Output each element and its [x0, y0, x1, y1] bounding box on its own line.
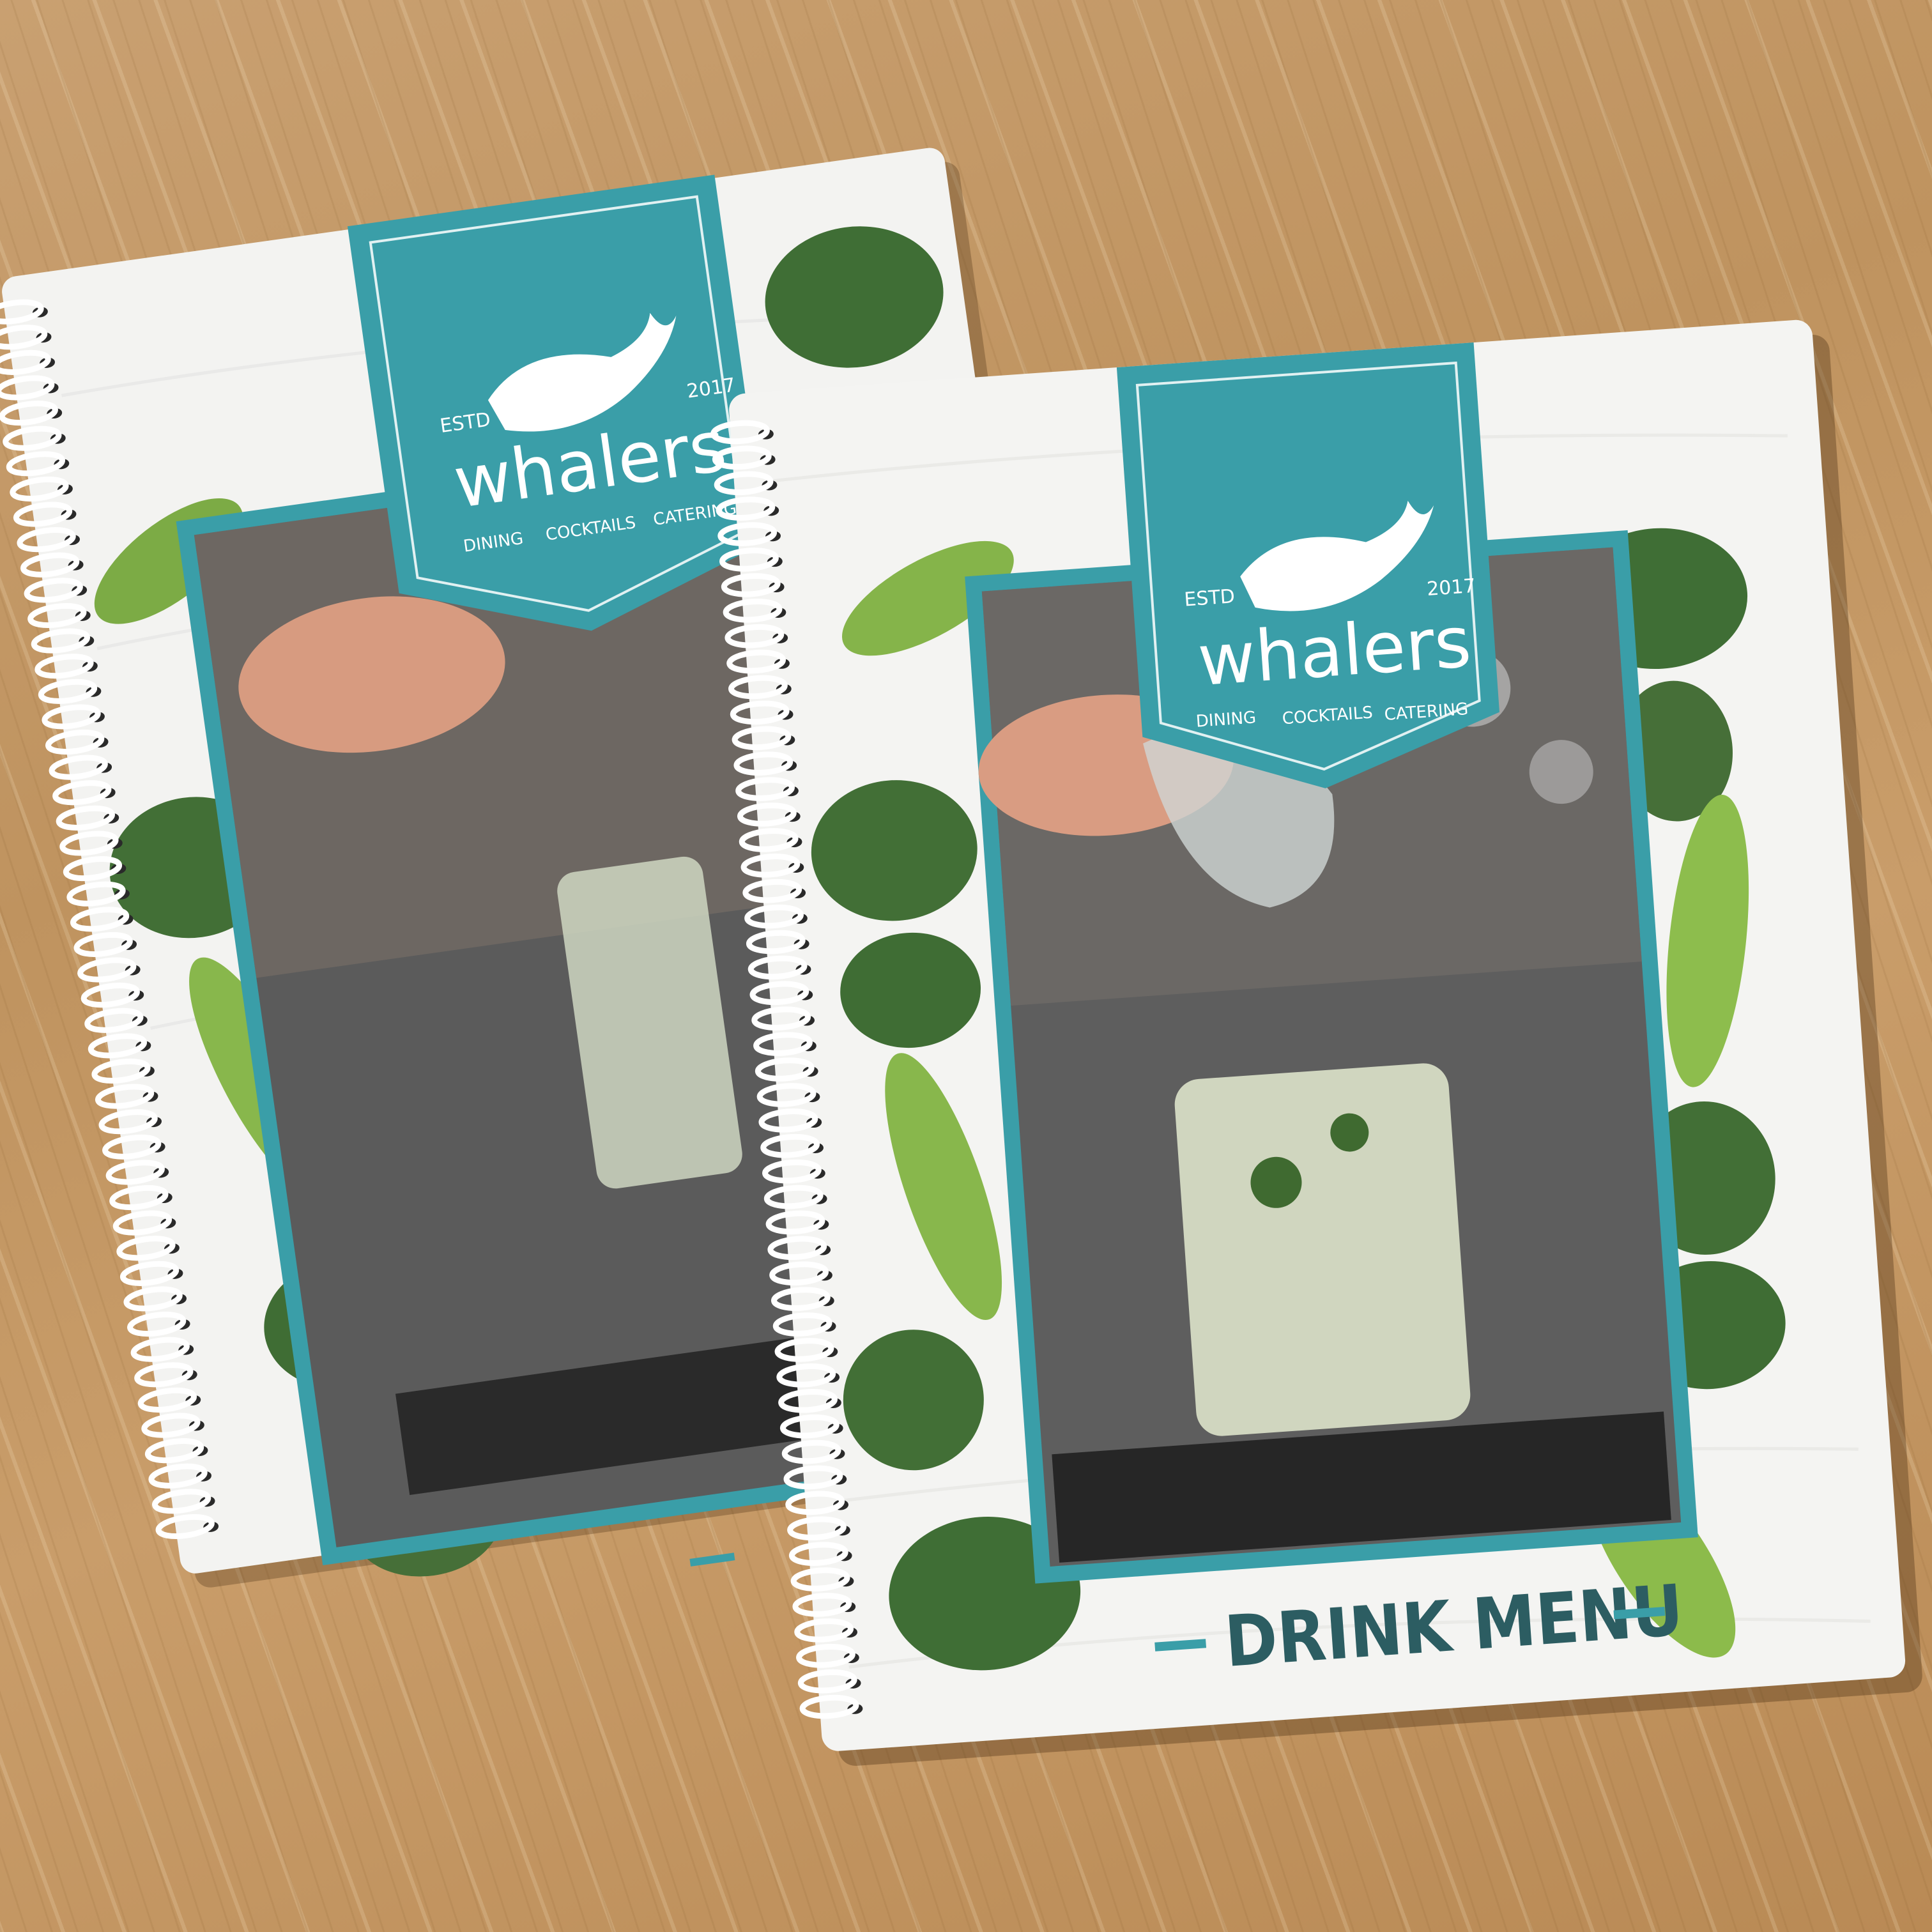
front-cocktail-glass — [1174, 1063, 1471, 1436]
front-menu-graphic: ESTD 2017 whalers DINING COCKTAILS CATER… — [710, 319, 1922, 1766]
front-estd-label: ESTD — [1183, 585, 1236, 611]
front-year-label: 2017 — [1426, 575, 1476, 601]
front-menu-booklet: ESTD 2017 whalers DINING COCKTAILS CATER… — [0, 0, 1932, 1932]
